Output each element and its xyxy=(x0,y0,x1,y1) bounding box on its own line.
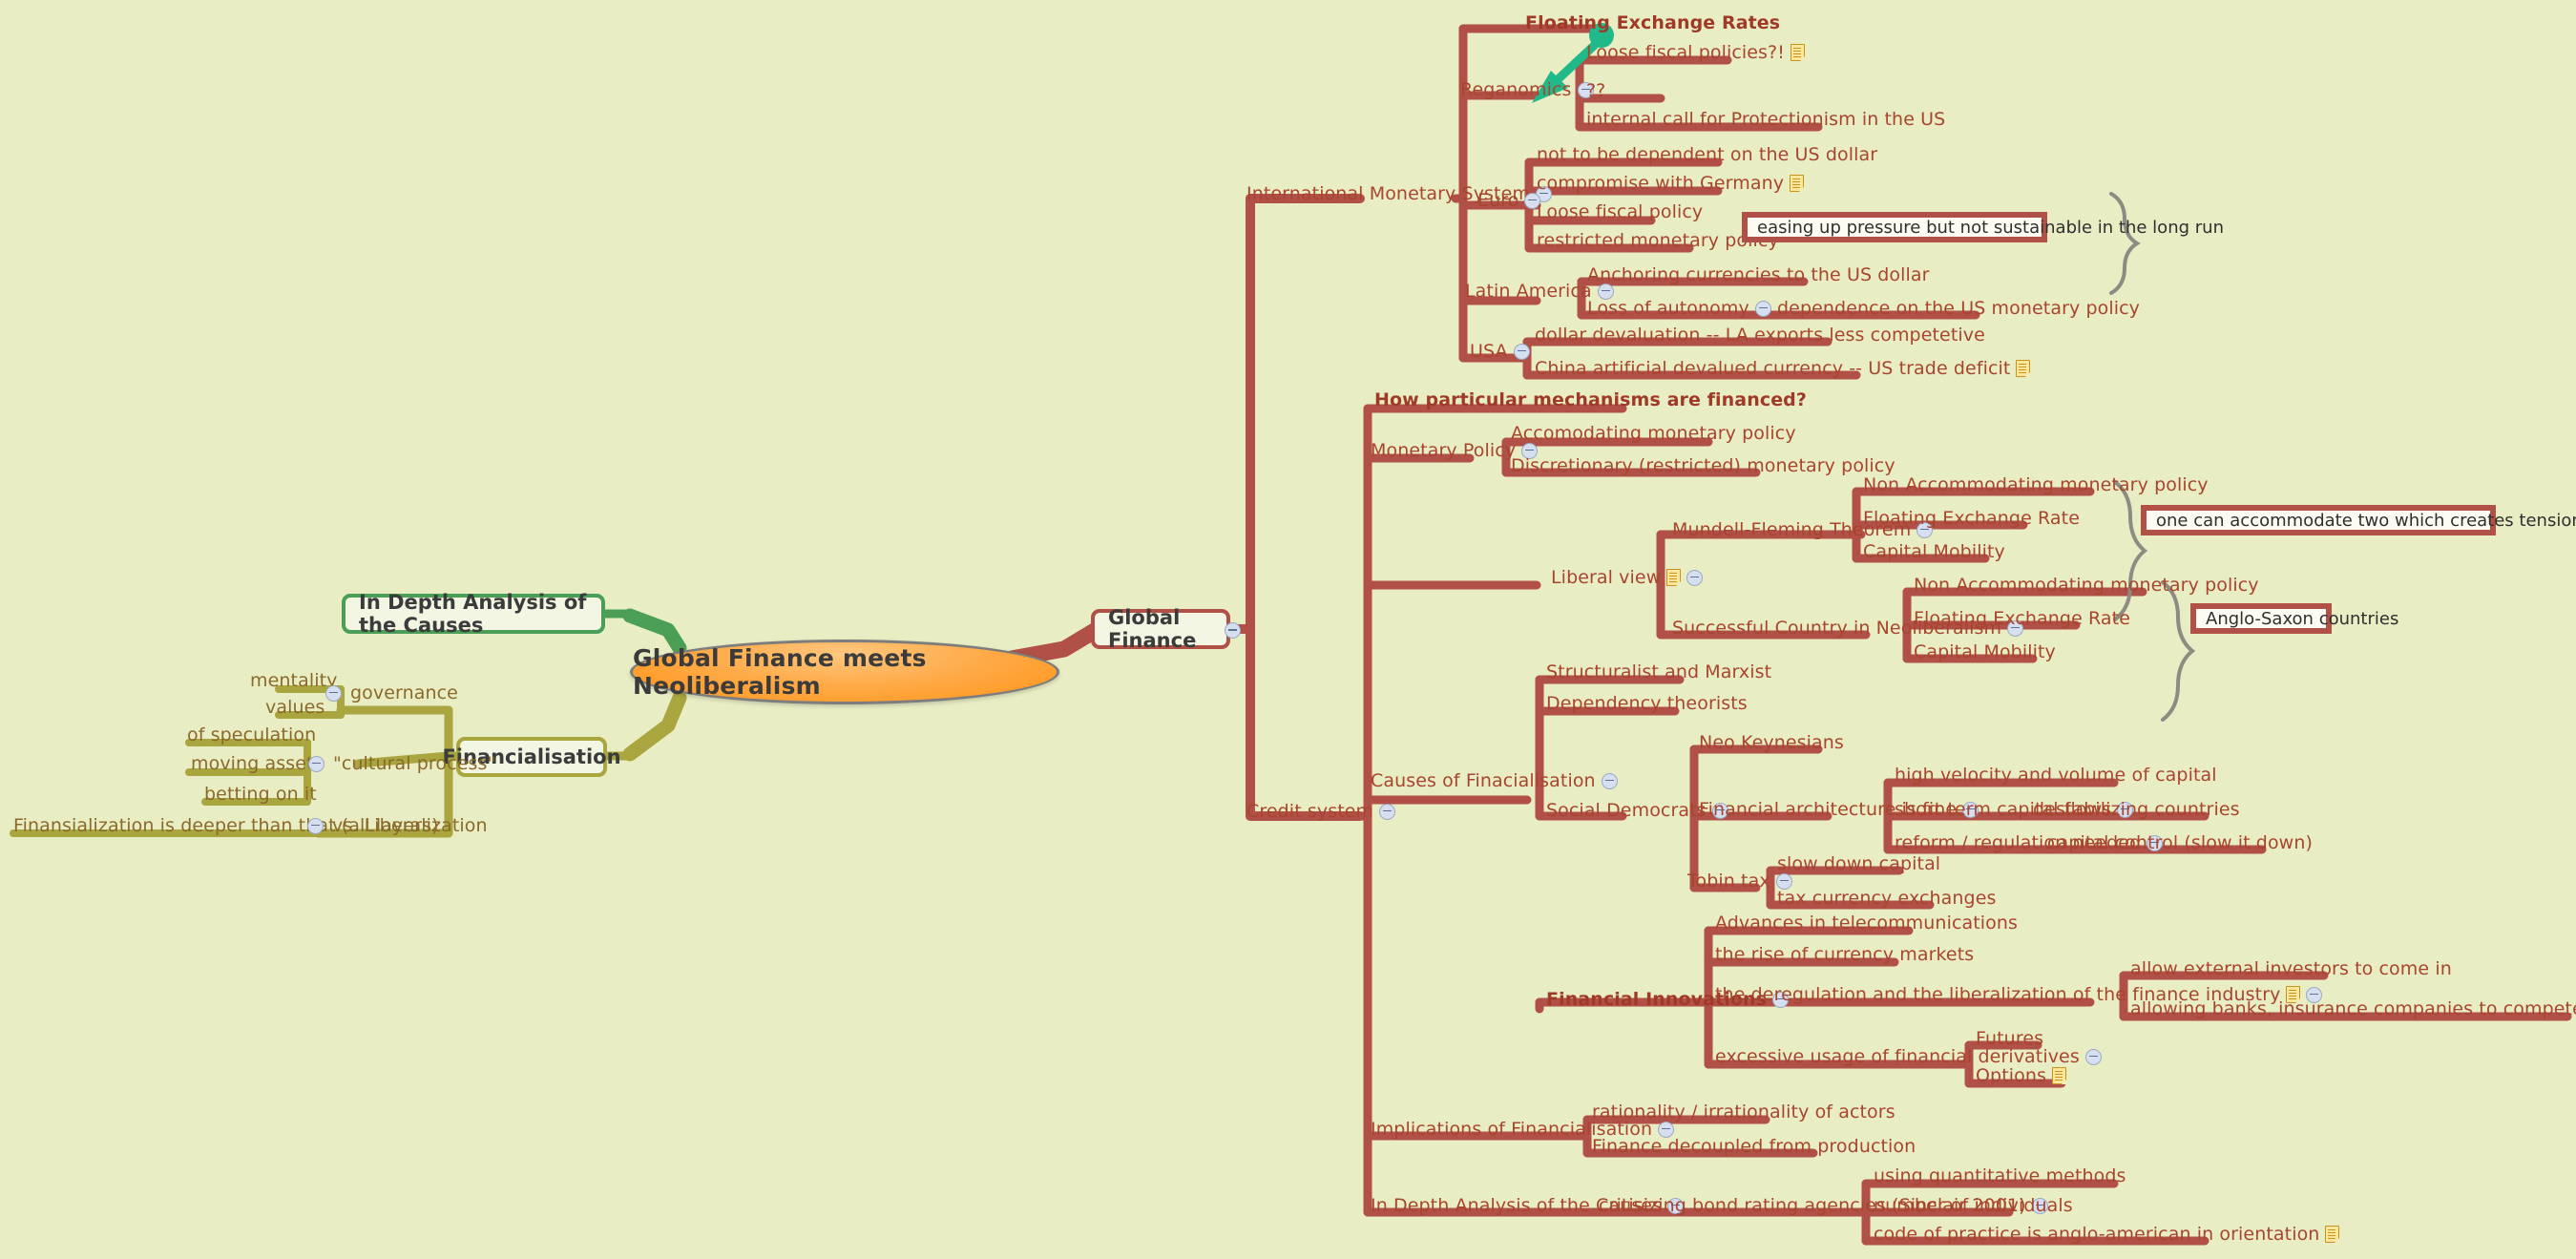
callout-accommodate-two-tension[interactable]: one can accommodate two which creates te… xyxy=(2141,505,2576,535)
node-code-of-practice-anglo-american[interactable]: code of practice is anglo-american in or… xyxy=(1874,1225,2340,1244)
collapse-icon-liberal-view[interactable] xyxy=(1686,569,1704,586)
node-liberal-view[interactable]: Liberal view xyxy=(1551,568,1704,587)
node-dependency-theorists[interactable]: Dependency theorists xyxy=(1546,694,1748,713)
collapse-icon-derivatives[interactable] xyxy=(2084,1048,2102,1065)
node-neo-keynesians[interactable]: Neo Keynesians xyxy=(1699,733,1844,752)
node-excessive-usage-derivatives[interactable]: excessive usage of financial derivatives xyxy=(1715,1047,2102,1066)
node-governance[interactable]: governance xyxy=(323,683,458,703)
node-internal-call-protectionism[interactable]: internal call for Protectionism in the U… xyxy=(1586,110,1945,129)
collapse-icon-governance[interactable] xyxy=(325,684,342,702)
callout-easing-pressure[interactable]: easing up pressure but not sustainable i… xyxy=(1742,212,2224,242)
node-loose-fiscal-policy[interactable]: Loose fiscal policy xyxy=(1537,202,1703,221)
node-tax-currency-exchanges[interactable]: tax currency exchanges xyxy=(1777,889,1997,908)
node-dependence-us-monetary-policy[interactable]: dependence on the US monetary policy xyxy=(1777,299,2140,318)
node-options[interactable]: Options xyxy=(1976,1066,2067,1085)
node-futures[interactable]: Futures xyxy=(1976,1029,2043,1048)
node-floating-exchange-rates[interactable]: Floating Exchange Rates xyxy=(1525,13,1780,32)
node-high-velocity-volume-capital[interactable]: high velocity and volume of capital xyxy=(1895,766,2217,785)
node-loss-of-autonomy[interactable]: Loss of autonomy xyxy=(1587,299,1771,318)
node-mf-non-accommodating[interactable]: Non Accommodating monetary policy xyxy=(1863,475,2209,494)
node-rationality-irrationality-actors[interactable]: rationality / irrationality of actors xyxy=(1592,1102,1895,1122)
node-anchoring-currencies[interactable]: Anchoring currencies to the US dollar xyxy=(1587,265,1930,284)
global-finance-label: Global Finance xyxy=(1108,606,1197,652)
node-euro[interactable]: Euro xyxy=(1477,191,1541,210)
node-dollar-devaluation[interactable]: dollar devaluation -- LA exports less co… xyxy=(1535,325,1985,345)
note-icon-compromise-germany[interactable] xyxy=(1790,175,1805,192)
root-node[interactable]: Global Finance meets Neoliberalism xyxy=(630,640,1059,704)
node-reganomics[interactable]: Reganomics xyxy=(1460,80,1594,99)
node-sc-non-accommodating[interactable]: Non Accommodating monetary policy xyxy=(1914,576,2259,595)
collapse-icon-tobin-tax[interactable] xyxy=(1775,872,1792,890)
note-icon-liberal-view[interactable] xyxy=(1666,569,1682,586)
node-capital-control[interactable]: capital control (slow it down) xyxy=(2047,833,2313,852)
collapse-icon-usa[interactable] xyxy=(1513,343,1530,360)
node-moving-assets[interactable]: moving assets xyxy=(191,754,324,773)
node-compromise-germany[interactable]: compromise with Germany xyxy=(1537,174,1805,193)
collapse-icon-loss-autonomy[interactable] xyxy=(1754,300,1771,317)
note-icon-options[interactable] xyxy=(2052,1067,2067,1084)
node-number-of-individuals[interactable]: number of individuals xyxy=(1874,1196,2073,1215)
node-vs-liberalization[interactable]: vs. Liberalization xyxy=(304,816,488,835)
node-advances-telecommunications[interactable]: Advances in telecommunications xyxy=(1715,913,2018,933)
node-destabilizing-countries[interactable]: destabilizing countries xyxy=(2033,800,2240,819)
collapse-icon-credit-system[interactable] xyxy=(1379,803,1396,820)
node-mf-floating-exchange-rate[interactable]: Floating Exchange Rate xyxy=(1863,509,2080,528)
node-credit-system[interactable]: Credit system xyxy=(1246,802,1396,821)
node-using-quantitative-methods[interactable]: using quantitative methods xyxy=(1874,1166,2126,1186)
node-usa[interactable]: USA xyxy=(1470,342,1530,361)
node-sc-floating-exchange-rate[interactable]: Floating Exchange Rate xyxy=(1914,609,2130,628)
node-loose-fiscal-policies[interactable]: Loose fiscal policies?! xyxy=(1586,43,1805,62)
node-not-dependent-us-dollar[interactable]: not to be dependent on the US dollar xyxy=(1537,145,1877,164)
node-china-artificial-devalued[interactable]: China artificial devalued currency -- US… xyxy=(1535,359,2031,378)
node-sc-capital-mobility[interactable]: Capital Mobility xyxy=(1914,642,2056,661)
collapse-icon-latin-america[interactable] xyxy=(1597,283,1614,300)
callout-anglo-saxon-countries[interactable]: Anglo-Saxon countries xyxy=(2190,603,2398,634)
root-label: Global Finance meets Neoliberalism xyxy=(633,644,927,700)
node-cultural-process[interactable]: "cultural process" xyxy=(305,754,495,773)
node-mf-capital-mobility[interactable]: Capital Mobility xyxy=(1863,542,2005,561)
note-icon-code-of-practice[interactable] xyxy=(2325,1226,2340,1243)
node-how-mechanisms-financed[interactable]: How particular mechanisms are financed? xyxy=(1374,390,1807,409)
node-structuralist-marxist[interactable]: Structuralist and Marxist xyxy=(1546,662,1771,682)
in-depth-left-label: In Depth Analysis of the Causes xyxy=(359,591,587,637)
collapse-icon-causes[interactable] xyxy=(1601,772,1618,789)
collapse-icon-implications[interactable] xyxy=(1658,1121,1675,1138)
node-allowing-banks-insurance[interactable]: allowing banks, insurance companies to c… xyxy=(2130,999,2576,1018)
node-finance-decoupled-production[interactable]: Finance decoupled from production xyxy=(1592,1137,1916,1156)
node-betting-on-it[interactable]: betting on it xyxy=(204,785,317,804)
collapse-icon-global-finance[interactable] xyxy=(1225,622,1241,639)
collapse-icon-cultural-process[interactable] xyxy=(308,755,325,772)
note-icon-loose-fiscal-policies[interactable] xyxy=(1790,44,1805,61)
node-rise-currency-markets[interactable]: the rise of currency markets xyxy=(1715,945,1974,964)
main-node-global-finance[interactable]: Global Finance xyxy=(1091,606,1230,652)
note-icon-china-devalued[interactable] xyxy=(2016,360,2031,377)
main-node-in-depth-analysis-left[interactable]: In Depth Analysis of the Causes xyxy=(342,591,605,637)
node-slow-down-capital[interactable]: slow down capital xyxy=(1777,854,1940,873)
node-discretionary-monetary-policy[interactable]: Discretionary (restricted) monetary poli… xyxy=(1511,456,1895,475)
node-of-speculation[interactable]: of speculation xyxy=(187,725,316,745)
collapse-icon-vs-liberalization[interactable] xyxy=(307,817,324,834)
mindmap-canvas: .r{fill:none;stroke:#b05046;stroke-linec… xyxy=(0,0,2576,1259)
node-values[interactable]: values xyxy=(265,698,325,717)
node-question-marks[interactable]: ?? xyxy=(1586,81,1605,100)
node-causes-of-finacialisation[interactable]: Causes of Finacialisation xyxy=(1371,771,1618,790)
node-accomodating-monetary-policy[interactable]: Accomodating monetary policy xyxy=(1511,424,1796,443)
node-allow-external-investors[interactable]: allow external investors to come in xyxy=(2130,959,2452,978)
